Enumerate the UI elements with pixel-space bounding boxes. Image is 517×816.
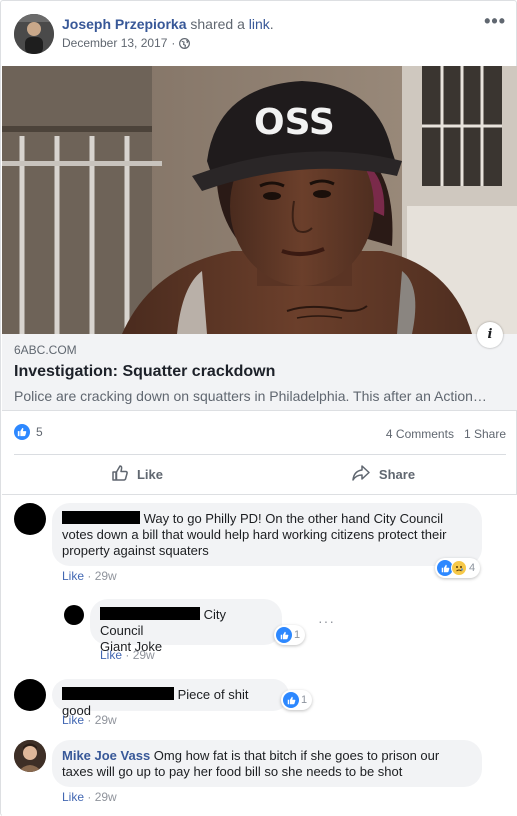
reply-reactions[interactable]: 1: [274, 625, 306, 645]
shared-link[interactable]: link: [249, 16, 270, 32]
info-icon[interactable]: i: [477, 322, 503, 348]
comment-actions: Like · 29w: [62, 569, 117, 583]
post-actions: Like Share: [14, 456, 506, 492]
like-reaction-icon: [283, 692, 299, 708]
comment-like-link[interactable]: Like: [62, 713, 84, 727]
comment-separator: ·: [87, 713, 92, 727]
reply-actions: Like · 29w: [100, 648, 155, 662]
share-button-label: Share: [378, 466, 416, 482]
like-reaction-icon: [276, 627, 292, 643]
link-title[interactable]: Investigation: Squatter crackdown: [14, 362, 505, 382]
thumbs-up-icon: [111, 464, 129, 485]
sad-reaction-icon: [451, 560, 467, 576]
author-avatar[interactable]: [14, 14, 54, 54]
comment-actions: Like · 29w: [62, 713, 117, 727]
reaction-count: 5: [36, 425, 43, 439]
comments-count[interactable]: 4 Comments: [386, 427, 454, 441]
more-options-icon[interactable]: •••: [484, 11, 506, 32]
shared-text: shared a: [190, 16, 245, 32]
globe-icon[interactable]: [179, 37, 191, 49]
post-stats: 5 4 Comments 1 Share: [14, 424, 506, 444]
link-preview-image[interactable]: OSS: [2, 66, 517, 334]
reaction-count: 1: [294, 629, 301, 641]
reply-avatar[interactable]: [64, 605, 84, 625]
comment-bubble: Piece of shit good: [52, 679, 289, 718]
post-header: Joseph Przepiorka shared a link.: [62, 15, 274, 33]
share-arrow-icon: [351, 464, 371, 485]
comment-like-link[interactable]: Like: [62, 790, 84, 804]
stats-divider: [14, 454, 506, 455]
date-separator: ·: [171, 36, 176, 50]
comment-separator: ·: [87, 790, 92, 804]
link-preview-meta[interactable]: 6ABC.COM Investigation: Squatter crackdo…: [2, 334, 517, 411]
comment-author[interactable]: Mike Joe Vass: [62, 748, 150, 763]
commenter-avatar[interactable]: [14, 679, 46, 711]
shares-count[interactable]: 1 Share: [464, 427, 506, 441]
comment-time[interactable]: 29w: [95, 569, 117, 583]
comment-reactions[interactable]: 4: [435, 558, 481, 578]
reaction-count: 1: [301, 694, 308, 706]
reply-like-link[interactable]: Like: [100, 648, 122, 662]
like-button[interactable]: Like: [14, 456, 260, 492]
share-button[interactable]: Share: [260, 456, 506, 492]
post-date[interactable]: December 13, 2017: [62, 36, 167, 50]
reply-separator: ·: [125, 648, 130, 662]
header-period: .: [269, 16, 274, 32]
comment-time[interactable]: 29w: [95, 713, 117, 727]
redacted-name: [62, 511, 140, 524]
comment-bubble: Way to go Philly PD! On the other hand C…: [52, 503, 482, 566]
post-date-line: December 13, 2017 ·: [62, 36, 191, 50]
link-description: Police are cracking down on squatters in…: [14, 388, 487, 404]
like-reaction-icon: [14, 424, 30, 440]
redacted-name: [100, 607, 200, 620]
commenter-avatar[interactable]: [14, 740, 46, 772]
comment-reactions[interactable]: 1: [281, 690, 313, 710]
like-button-label: Like: [136, 466, 163, 482]
reply-menu-icon[interactable]: ···: [318, 613, 335, 629]
comment-actions: Like · 29w: [62, 790, 117, 804]
author-name[interactable]: Joseph Przepiorka: [62, 16, 187, 32]
comment-bubble: Mike Joe Vass Omg how fat is that bitch …: [52, 740, 482, 787]
engagement-counts: 4 Comments 1 Share: [386, 427, 506, 441]
reaction-summary[interactable]: 5: [14, 424, 43, 440]
comment-like-link[interactable]: Like: [62, 569, 84, 583]
comment-time[interactable]: 29w: [95, 790, 117, 804]
reply-time[interactable]: 29w: [133, 648, 155, 662]
reply-bubble: City Council Giant Joke: [90, 599, 282, 654]
cap-text: OSS: [254, 102, 335, 143]
commenter-avatar[interactable]: [14, 503, 46, 535]
comment-separator: ·: [87, 569, 92, 583]
redacted-name: [62, 687, 174, 700]
link-domain: 6ABC.COM: [14, 343, 77, 357]
post-card: Joseph Przepiorka shared a link. Decembe…: [0, 0, 517, 816]
reaction-count: 4: [469, 562, 476, 574]
